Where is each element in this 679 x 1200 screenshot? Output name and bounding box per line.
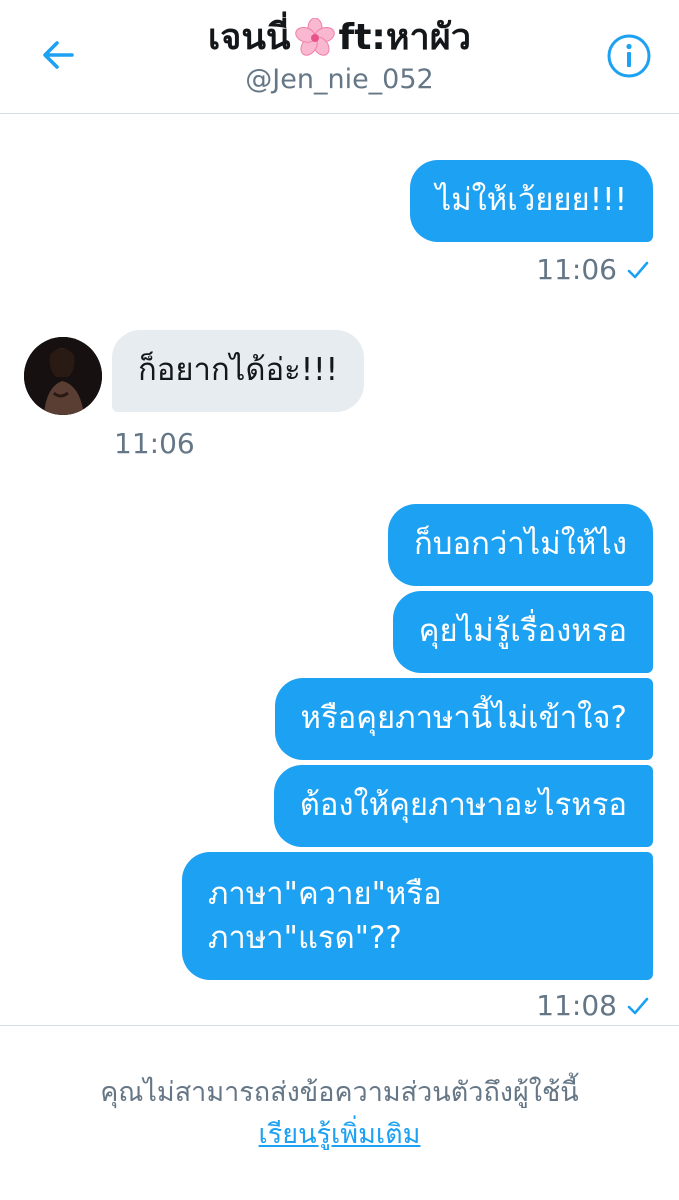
message-bubble-sent[interactable]: ภาษา"ควาย"หรือ ภาษา"แรด"??	[182, 852, 653, 980]
message-timestamp: 11:06	[114, 426, 195, 462]
back-arrow-icon	[43, 41, 74, 69]
dm-disabled-notice: คุณไม่สามารถส่งข้อความส่วนตัวถึงผู้ใช้นี…	[0, 1025, 679, 1200]
checkmark-icon	[627, 261, 649, 279]
conversation-title: เจนนี่ ft:หาผัว	[208, 14, 471, 62]
checkmark-icon	[627, 997, 649, 1015]
message-line: ภาษา"ควาย"หรือ	[208, 876, 442, 912]
message-bubble-sent[interactable]: คุยไม่รู้เรื่องหรอ	[392, 591, 653, 673]
timestamp-text: 11:08	[536, 989, 617, 1022]
cherry-blossom-icon	[294, 18, 335, 56]
conversation-title-block: เจนนี่ ft:หาผัว @Jen_nie_052	[120, 14, 559, 98]
message-line: ภาษา"แรด"??	[208, 920, 402, 956]
message-timestamp: 11:08	[536, 988, 649, 1024]
message-timestamp: 11:06	[536, 252, 649, 288]
info-icon	[607, 34, 651, 78]
notice-text: คุณไม่สามารถส่งข้อความส่วนตัวถึงผู้ใช้นี…	[100, 1077, 579, 1108]
avatar-photo	[24, 337, 102, 415]
info-button[interactable]	[601, 30, 657, 82]
user-handle: @Jen_nie_052	[245, 64, 434, 95]
message-bubble-sent[interactable]: หรือคุยภาษานี้ไม่เข้าใจ?	[274, 678, 653, 760]
title-name: เจนนี่	[207, 17, 291, 58]
message-bubble-sent[interactable]: ต้องให้คุยภาษาอะไรหรอ	[273, 765, 653, 847]
message-bubble-sent[interactable]: ไม่ให้เว้ยยย!!!	[409, 160, 653, 242]
learn-more-link[interactable]: เรียนรู้เพิ่มเติม	[259, 1116, 421, 1154]
message-bubble-received[interactable]: ก็อยากได้อ่ะ!!!	[112, 330, 365, 412]
conversation-header: เจนนี่ ft:หาผัว @Jen_nie_052	[0, 0, 679, 114]
avatar[interactable]	[24, 337, 102, 415]
back-button[interactable]	[30, 30, 86, 80]
message-bubble-sent[interactable]: ก็บอกว่าไม่ให้ไง	[388, 504, 653, 586]
timestamp-text: 11:06	[536, 253, 617, 286]
title-suffix: ft:หาผัว	[338, 17, 472, 58]
timestamp-text: 11:06	[114, 427, 195, 460]
